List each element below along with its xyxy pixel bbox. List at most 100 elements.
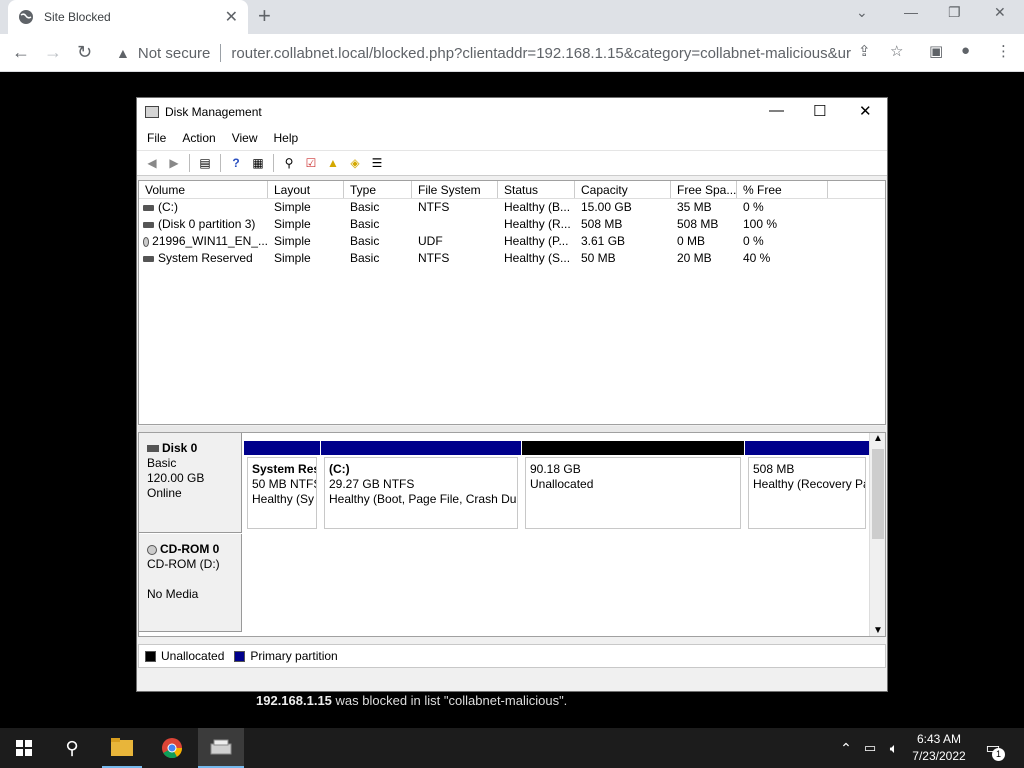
windows-icon [16, 740, 32, 756]
minimize-button[interactable]: — [904, 4, 918, 20]
disk-0-label[interactable]: Disk 0 Basic 120.00 GB Online [139, 433, 242, 533]
profile-icon[interactable]: ● [961, 42, 970, 59]
menu-icon[interactable]: ⋮ [996, 42, 1011, 60]
column-header-capacity[interactable]: Capacity [575, 181, 671, 198]
close-window-button[interactable]: ✕ [994, 4, 1006, 21]
volume-row[interactable]: (Disk 0 partition 3) Simple Basic Health… [139, 216, 885, 233]
disk-management-window: Disk Management — ☐ ✕ File Action View H… [136, 97, 888, 692]
close-tab-icon[interactable]: ✕ [225, 7, 238, 27]
volume-layout: Simple [274, 217, 311, 231]
volume-free-space: 35 MB [677, 200, 712, 214]
file-explorer-button[interactable] [102, 728, 142, 768]
back-button[interactable]: ← [12, 42, 30, 62]
address-bar[interactable]: ▲ Not secure router.collabnet.local/bloc… [108, 39, 916, 67]
blocked-message: 192.168.1.15 was blocked in list "collab… [256, 693, 567, 708]
notifications-button[interactable]: ▭ 1 [980, 728, 1006, 768]
list-view-icon[interactable]: ☰ [368, 155, 386, 171]
restore-button[interactable]: ❐ [948, 4, 961, 21]
volume-row[interactable]: 21996_WIN11_EN_... Simple Basic UDF Heal… [139, 233, 885, 250]
properties-icon[interactable]: ▦ [249, 155, 267, 171]
partition-system-reserved[interactable]: System Res 50 MB NTFS Healthy (Sy [244, 441, 320, 529]
menu-view[interactable]: View [232, 131, 258, 145]
menu-action[interactable]: Action [182, 131, 215, 145]
partition-size: 508 MB [753, 462, 795, 476]
cdrom-type: CD-ROM (D:) [147, 557, 220, 571]
side-panel-icon[interactable]: ▣ [929, 42, 943, 60]
tab-search-icon[interactable]: ⌄ [856, 4, 868, 21]
column-header-status[interactable]: Status [498, 181, 575, 198]
reload-button[interactable]: ↻ [77, 42, 92, 62]
disk-type: Basic [147, 456, 177, 470]
disk-icon [143, 221, 154, 228]
divider [220, 44, 222, 62]
volume-percent-free: 40 % [743, 251, 771, 265]
volume-percent-free: 0 % [743, 200, 764, 214]
partition-unallocated[interactable]: 90.18 GB Unallocated [522, 441, 744, 529]
volume-status: Healthy (S... [504, 251, 571, 265]
minimize-button[interactable]: — [769, 102, 784, 119]
menu-file[interactable]: File [147, 131, 166, 145]
forward-arrow-icon[interactable]: ▶ [165, 155, 183, 171]
close-button[interactable]: ✕ [859, 102, 872, 120]
browser-tab-strip: Site Blocked ✕ + ⌄ — ❐ ✕ [0, 0, 1024, 34]
volume-row[interactable]: System Reserved Simple Basic NTFS Health… [139, 250, 885, 267]
column-header-type[interactable]: Type [344, 181, 412, 198]
maximize-button[interactable]: ☐ [813, 102, 826, 120]
menu-help[interactable]: Help [274, 131, 299, 145]
column-header-file-system[interactable]: File System [412, 181, 498, 198]
volume-row[interactable]: (C:) Simple Basic NTFS Healthy (B... 15.… [139, 199, 885, 216]
forward-button[interactable]: → [44, 42, 62, 62]
volume-list-header: Volume Layout Type File System Status Ca… [139, 181, 885, 199]
security-label[interactable]: Not secure [138, 45, 211, 62]
volume-capacity: 15.00 GB [581, 200, 632, 214]
scroll-up-icon[interactable]: ▲ [873, 433, 883, 444]
system-clock[interactable]: 6:43 AM 7/23/2022 [908, 731, 970, 765]
partition-bar [321, 441, 521, 455]
vertical-scrollbar[interactable]: ▲ ▼ [869, 433, 885, 636]
scroll-down-icon[interactable]: ▼ [873, 625, 883, 636]
disk-management-taskbar-button[interactable] [198, 728, 244, 768]
volume-percent-free: 0 % [743, 234, 764, 248]
clock-date: 7/23/2022 [912, 749, 966, 763]
bookmark-star-icon[interactable]: ☆ [890, 42, 903, 60]
volume-file-system [412, 216, 498, 233]
volume-icon[interactable]: 🔈︎ [884, 728, 904, 768]
browser-tab[interactable]: Site Blocked ✕ [8, 0, 248, 34]
divider [189, 154, 190, 172]
column-header-layout[interactable]: Layout [268, 181, 344, 198]
cd-icon [147, 544, 157, 555]
cdrom-0-label[interactable]: CD-ROM 0 CD-ROM (D:) No Media [139, 534, 242, 632]
connect-icon[interactable]: ⚲ [280, 155, 298, 171]
volume-type: Basic [350, 217, 380, 231]
new-tab-button[interactable]: + [258, 5, 271, 27]
checklist-icon[interactable]: ☑ [302, 155, 320, 171]
partition-name: System Res [252, 462, 317, 476]
column-header-free-space[interactable]: Free Spa... [671, 181, 737, 198]
scrollbar-thumb[interactable] [872, 449, 884, 539]
folder-search-icon[interactable]: ◈ [346, 155, 364, 171]
network-icon[interactable]: ▭ [860, 728, 880, 768]
disk-map: Disk 0 Basic 120.00 GB Online System Res… [138, 432, 886, 637]
folder-up-icon[interactable]: ▲ [324, 155, 342, 171]
volume-layout: Simple [274, 200, 311, 214]
column-header-volume[interactable]: Volume [139, 181, 268, 198]
console-tree-icon[interactable]: ▤ [196, 155, 214, 171]
url-text[interactable]: router.collabnet.local/blocked.php?clien… [231, 45, 851, 62]
search-button[interactable]: ⚲ [50, 728, 94, 768]
legend-primary: Primary partition [250, 649, 338, 663]
back-arrow-icon[interactable]: ◀ [143, 155, 161, 171]
show-hidden-icons-icon[interactable]: ⌃ [836, 728, 856, 768]
partition-recovery[interactable]: 508 MB Healthy (Recovery Pa [745, 441, 869, 529]
help-icon[interactable]: ? [227, 155, 245, 171]
column-header-percent-free[interactable]: % Free [737, 181, 828, 198]
disk-size: 120.00 GB [147, 471, 205, 485]
chrome-button[interactable] [150, 728, 194, 768]
clock-time: 6:43 AM [916, 732, 962, 746]
disk-management-icon [210, 739, 232, 755]
start-button[interactable] [0, 728, 48, 768]
partition-c[interactable]: (C:) 29.27 GB NTFS Healthy (Boot, Page F… [321, 441, 521, 529]
share-icon[interactable]: ⇪ [858, 42, 871, 60]
tab-title: Site Blocked [44, 10, 111, 24]
volume-status: Healthy (R... [504, 217, 571, 231]
warning-icon[interactable]: ▲ [116, 45, 130, 61]
